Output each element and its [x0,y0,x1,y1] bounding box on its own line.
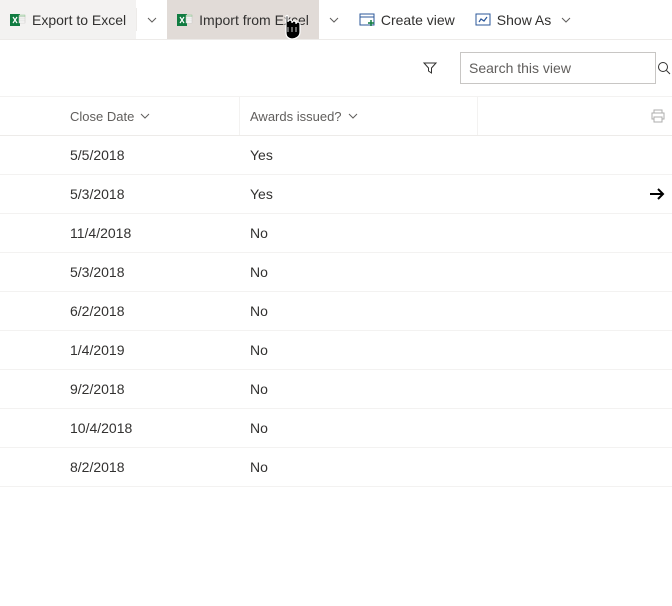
chevron-down-icon [147,15,157,25]
table-row[interactable]: 5/3/2018Yes [0,175,672,214]
excel-icon [10,12,26,28]
show-as-icon [475,12,491,28]
funnel-icon [422,60,438,76]
search-icon [656,60,672,76]
cell-close-date: 10/4/2018 [0,420,240,436]
cell-awards-issued: No [240,459,478,475]
table-row[interactable]: 11/4/2018No [0,214,672,253]
search-input[interactable] [469,60,650,76]
cell-close-date: 9/2/2018 [0,381,240,397]
export-to-excel-button[interactable]: Export to Excel [0,0,136,39]
grid-header: Close Date Awards issued? [0,96,672,136]
cell-awards-issued: No [240,225,478,241]
chevron-down-icon [140,111,150,121]
cell-awards-issued: No [240,264,478,280]
create-view-label: Create view [381,12,455,28]
cell-close-date: 11/4/2018 [0,225,240,241]
create-view-icon [359,12,375,28]
chevron-down-icon [561,15,571,25]
table-row[interactable]: 9/2/2018No [0,370,672,409]
arrow-right-icon[interactable] [648,185,666,203]
table-row[interactable]: 10/4/2018No [0,409,672,448]
column-header-awards-issued[interactable]: Awards issued? [250,109,358,124]
cell-awards-issued: No [240,342,478,358]
filter-button[interactable] [414,52,446,84]
show-as-button[interactable]: Show As [465,0,581,39]
create-view-button[interactable]: Create view [349,0,465,39]
import-dropdown[interactable] [319,0,349,39]
show-as-label: Show As [497,12,551,28]
excel-icon [177,12,193,28]
cell-awards-issued: Yes [240,186,478,202]
import-from-excel-button[interactable]: Import from Excel [167,0,319,39]
cell-close-date: 8/2/2018 [0,459,240,475]
table-row[interactable]: 8/2/2018No [0,448,672,487]
cell-awards-issued: No [240,420,478,436]
table-row[interactable]: 6/2/2018No [0,292,672,331]
cell-close-date: 5/3/2018 [0,264,240,280]
cell-awards-issued: No [240,303,478,319]
cell-close-date: 1/4/2019 [0,342,240,358]
cell-awards-issued: Yes [240,147,478,163]
rows-container: 5/5/2018Yes5/3/2018Yes11/4/2018No5/3/201… [0,136,672,487]
data-grid: Close Date Awards issued? 5/5/2018Yes5/3… [0,96,672,487]
cell-close-date: 5/3/2018 [0,186,240,202]
chevron-down-icon [329,15,339,25]
sub-bar [0,40,672,96]
search-box[interactable] [460,52,656,84]
print-icon[interactable] [650,108,666,124]
cell-close-date: 5/5/2018 [0,147,240,163]
command-bar: Export to Excel Import from Excel Create… [0,0,672,40]
export-dropdown[interactable] [137,0,167,39]
table-row[interactable]: 5/5/2018Yes [0,136,672,175]
column-label: Close Date [70,109,134,124]
cell-awards-issued: No [240,381,478,397]
import-label: Import from Excel [199,12,309,28]
cell-actions [478,185,672,203]
column-label: Awards issued? [250,109,342,124]
chevron-down-icon [348,111,358,121]
column-header-close-date[interactable]: Close Date [70,109,150,124]
export-label: Export to Excel [32,12,126,28]
table-row[interactable]: 1/4/2019No [0,331,672,370]
cell-close-date: 6/2/2018 [0,303,240,319]
table-row[interactable]: 5/3/2018No [0,253,672,292]
